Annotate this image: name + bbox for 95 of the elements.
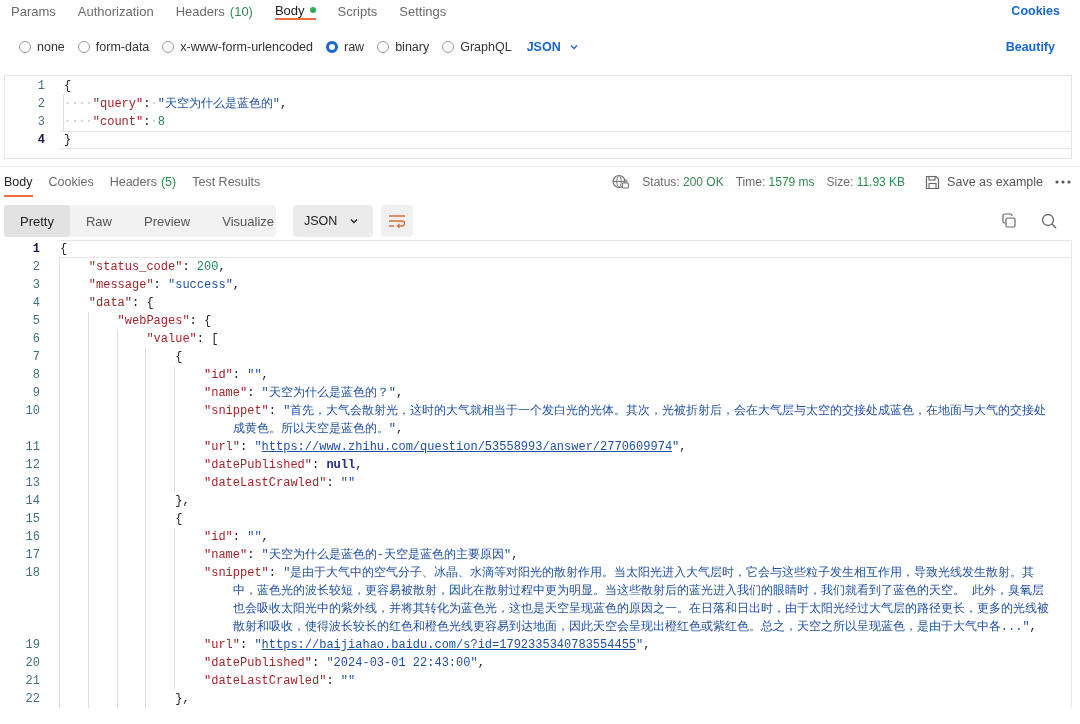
request-tab[interactable]: Settings <box>388 0 458 22</box>
line-number: 7 <box>31 349 40 366</box>
code-line: } <box>60 131 1071 149</box>
code-line: "webPages": { <box>59 312 1071 330</box>
format-dropdown[interactable]: JSON <box>293 205 374 237</box>
time-info: Time: 1579 ms <box>735 175 815 189</box>
line-number: 10 <box>24 403 40 420</box>
line-number: 20 <box>24 655 40 672</box>
chevron-down-icon <box>568 42 579 52</box>
code-line: 也会吸收太阳光中的紫外线，并将其转化为蓝色光，这也是天空呈现蓝色的原因之一。在日落和日出时，由于太阳光经过大气层的路径更长，更多的光线被 <box>59 600 1071 618</box>
url-link[interactable]: https://www.zhihu.com/question/53558993/answer/2770609974 <box>261 440 673 454</box>
globe-lock-icon[interactable] <box>612 174 631 190</box>
status-info: Status: 200 OK <box>642 175 724 189</box>
size-info: Size: 11.93 KB <box>826 175 906 189</box>
chevron-down-icon <box>349 216 360 226</box>
radio-label[interactable]: raw <box>344 40 365 54</box>
radio-label[interactable]: none <box>37 40 65 54</box>
code-line: { <box>59 510 1071 528</box>
code-line: "dateLastCrawled": "" <box>59 672 1071 690</box>
cookies-link[interactable]: Cookies <box>1011 0 1080 22</box>
code-line: }, <box>59 690 1071 708</box>
code-line: "url": "https://baijiahao.baidu.com/s?id=1792335340783554455", <box>59 636 1071 654</box>
code-line: "data": { <box>59 294 1071 312</box>
line-number: 1 <box>36 78 45 95</box>
code-line: "name": "天空为什么是蓝色的？", <box>59 384 1071 402</box>
line-number: 2 <box>36 96 45 113</box>
radio-button[interactable] <box>326 41 338 53</box>
code-line: "dateLastCrawled": "" <box>59 474 1071 492</box>
line-number: 15 <box>24 511 40 528</box>
radio-label[interactable]: binary <box>395 40 430 54</box>
line-number: 12 <box>24 457 40 474</box>
code-line: "id": "", <box>59 528 1071 546</box>
code-line: "value": [ <box>59 330 1071 348</box>
line-number: 4 <box>31 295 40 312</box>
request-tab[interactable]: Scripts <box>326 0 389 22</box>
radio-label[interactable]: x-www-form-urlencoded <box>180 40 313 54</box>
view-mode-tab[interactable]: Pretty <box>4 205 70 237</box>
copy-icon[interactable] <box>1000 212 1018 230</box>
view-mode-tab[interactable]: Visualize <box>206 205 291 237</box>
code-line: "status_code": 200, <box>59 258 1071 276</box>
code-line: 成黄色。所以天空是蓝色的。", <box>59 420 1071 438</box>
line-number: 9 <box>31 385 40 402</box>
code-line: ····"count":·8 <box>62 113 166 131</box>
line-number: 22 <box>24 691 40 708</box>
code-line: 中，蓝色光的波长较短，更容易被散射，因此在散射过程中更为明显。当这些散射后的蓝光进入我们的眼睛时，我们就看到了蓝色的天空。 此外，臭氧层 <box>59 582 1071 600</box>
code-line: "url": "https://www.zhihu.com/question/53558993/answer/2770609974", <box>59 438 1071 456</box>
code-line: }, <box>59 492 1071 510</box>
view-mode-tab[interactable]: Raw <box>69 205 128 237</box>
wrap-lines-button[interactable] <box>381 205 414 237</box>
code-line: ····"query":·"天空为什么是蓝色的", <box>62 95 289 113</box>
code-line: { <box>59 348 1071 366</box>
response-tab[interactable]: Headers (5) <box>109 167 177 197</box>
url-link[interactable]: https://baijiahao.baidu.com/s?id=1792335340783554455 <box>261 638 637 652</box>
response-tab[interactable]: Body <box>4 167 33 197</box>
view-mode-tab[interactable]: Preview <box>128 205 207 237</box>
line-number: 8 <box>31 367 40 384</box>
code-line: { <box>63 78 73 95</box>
line-number: 13 <box>24 475 40 492</box>
code-line: "name": "天空为什么是蓝色的-天空是蓝色的主要原因", <box>59 546 1071 564</box>
line-number: 21 <box>24 673 40 690</box>
wrap-lines-icon <box>388 214 407 228</box>
line-number: 6 <box>31 331 40 348</box>
code-line: 散射和吸收，使得波长较长的红色和橙色光线更容易到达地面，因此天空会呈现出橙红色或紫红色。总之，天空之所以呈现蓝色，是由于大气中各...", <box>59 618 1071 636</box>
line-number: 18 <box>24 565 40 582</box>
code-line: "snippet": "首先，大气会散射光，这时的大气就相当于一个发白光的光体。其次，光被折射后，会在大气层与太空的交接处成蓝色，在地面与大气的交接处 <box>59 402 1071 420</box>
save-as-example-button[interactable]: Save as example <box>925 174 1043 190</box>
line-number: 3 <box>36 114 45 131</box>
request-tab[interactable]: Headers (10) <box>164 0 264 22</box>
radio-label[interactable]: GraphQL <box>460 40 512 54</box>
code-line: "id": "", <box>59 366 1071 384</box>
line-number: 5 <box>31 313 40 330</box>
line-number: 16 <box>24 529 40 546</box>
format-dropdown[interactable]: JSON <box>526 40 579 54</box>
line-number: 14 <box>24 493 40 510</box>
line-number: 3 <box>31 277 40 294</box>
request-tab[interactable]: Params <box>0 0 67 22</box>
radio-label[interactable]: form-data <box>95 40 150 54</box>
line-number: 17 <box>24 547 40 564</box>
line-number: 19 <box>24 637 40 654</box>
request-tab[interactable]: Authorization <box>66 0 165 22</box>
more-icon[interactable] <box>1055 180 1071 184</box>
search-icon[interactable] <box>1040 212 1058 230</box>
code-line: "message": "success", <box>59 276 1071 294</box>
code-line: "datePublished": "2024-03-01 22:43:00", <box>59 654 1071 672</box>
code-line: "datePublished": null, <box>59 456 1071 474</box>
beautify-button[interactable]: Beautify <box>1005 40 1080 54</box>
line-number: 11 <box>24 439 40 456</box>
line-number: 2 <box>31 259 40 276</box>
line-number: 4 <box>36 132 45 149</box>
response-tab[interactable]: Test Results <box>192 167 261 197</box>
response-tab[interactable]: Cookies <box>48 167 94 197</box>
line-number: 1 <box>31 241 40 258</box>
code-line: "snippet": "是由于大气中的空气分子、冰晶、水滴等对阳光的散射作用。当太阳光进入大气层时，它会与这些粒子发生相互作用，导致光线发生散射。其 <box>59 564 1071 582</box>
request-tab[interactable]: Body <box>263 0 327 22</box>
code-line: { <box>59 240 1071 258</box>
